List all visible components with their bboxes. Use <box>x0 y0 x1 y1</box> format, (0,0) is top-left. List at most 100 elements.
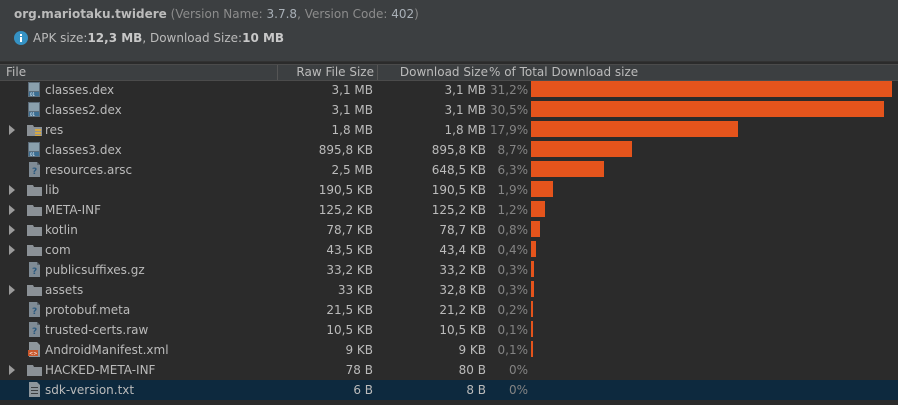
download-share-bar <box>531 141 632 157</box>
dex-file-icon: 01 <box>28 82 40 97</box>
file-name: protobuf.meta <box>45 303 131 317</box>
download-size: 8 B <box>466 383 486 397</box>
table-row[interactable]: <> AndroidManifest.xml 9 KB 9 KB 0,1% <box>0 340 898 360</box>
svg-text:?: ? <box>32 267 37 277</box>
file-name: sdk-version.txt <box>45 383 135 397</box>
folder-icon <box>27 225 42 236</box>
apk-size-label: APK size: <box>33 31 88 45</box>
download-size: 21,2 KB <box>439 303 486 317</box>
download-share-bar <box>531 201 545 217</box>
download-percent: 1,2% <box>497 203 529 217</box>
expand-arrow-icon[interactable] <box>9 205 15 215</box>
table-row[interactable]: ? publicsuffixes.gz 33,2 KB 33,2 KB 0,3% <box>0 260 898 280</box>
download-share-bar <box>531 161 604 177</box>
apk-size-line: APK size: 12,3 MB, Download Size: 10 MB <box>14 31 284 45</box>
raw-file-size: 33 KB <box>337 283 373 297</box>
download-size: 3,1 MB <box>444 83 486 97</box>
table-row[interactable]: res 1,8 MB 1,8 MB 17,9% <box>0 120 898 140</box>
apk-size-value: 12,3 MB <box>87 31 143 45</box>
unknown-file-icon: ? <box>29 322 40 337</box>
table-row[interactable]: ? trusted-certs.raw 10,5 KB 10,5 KB 0,1% <box>0 320 898 340</box>
table-row[interactable]: lib 190,5 KB 190,5 KB 1,9% <box>0 180 898 200</box>
download-percent: 0,1% <box>497 323 529 337</box>
file-name: trusted-certs.raw <box>45 323 149 337</box>
svg-text:?: ? <box>32 327 37 337</box>
column-header-file[interactable]: File <box>6 65 26 80</box>
download-share-bar <box>531 281 534 297</box>
table-row[interactable]: ? protobuf.meta 21,5 KB 21,2 KB 0,2% <box>0 300 898 320</box>
file-name: res <box>45 123 64 137</box>
text-file-icon <box>29 382 40 397</box>
download-size: 32,8 KB <box>439 283 486 297</box>
download-share-bar <box>531 301 533 317</box>
raw-file-size: 43,5 KB <box>326 243 373 257</box>
column-header-raw-size[interactable]: Raw File Size <box>296 65 374 80</box>
file-tree-table: 01 classes.dex 3,1 MB 3,1 MB 31,2% 01 classes2… <box>0 80 898 400</box>
table-row[interactable]: 01 classes3.dex 895,8 KB 895,8 KB 8,7% <box>0 140 898 160</box>
raw-file-size: 9 KB <box>345 343 373 357</box>
xml-file-icon: <> <box>28 342 40 357</box>
download-percent: 1,9% <box>497 183 529 197</box>
download-percent: 0,4% <box>497 243 529 257</box>
table-row[interactable]: com 43,5 KB 43,4 KB 0,4% <box>0 240 898 260</box>
download-share-bar <box>531 81 892 97</box>
download-size: 78,7 KB <box>439 223 486 237</box>
download-percent: 6,3% <box>497 163 529 177</box>
table-row[interactable]: assets 33 KB 32,8 KB 0,3% <box>0 280 898 300</box>
file-name: lib <box>45 183 60 197</box>
raw-file-size: 3,1 MB <box>331 83 373 97</box>
folder-icon <box>27 205 42 216</box>
download-size: 80 B <box>458 363 486 377</box>
download-size: 648,5 KB <box>431 163 486 177</box>
file-name: HACKED-META-INF <box>45 363 156 377</box>
table-row[interactable]: HACKED-META-INF 78 B 80 B 0% <box>0 360 898 380</box>
column-header-percent-download[interactable]: % of Total Download size <box>489 65 638 80</box>
unknown-file-icon: ? <box>29 302 40 317</box>
download-percent: 0% <box>508 363 528 377</box>
resource-folder-icon <box>27 125 42 136</box>
folder-icon <box>27 185 42 196</box>
expand-arrow-icon[interactable] <box>9 365 15 375</box>
table-row[interactable]: 01 classes.dex 3,1 MB 3,1 MB 31,2% <box>0 80 898 100</box>
expand-arrow-icon[interactable] <box>9 245 15 255</box>
download-share-bar <box>531 181 553 197</box>
raw-file-size: 125,2 KB <box>318 203 373 217</box>
expand-arrow-icon[interactable] <box>9 285 15 295</box>
apk-summary-panel: org.mariotaku.twidere (Version Name: 3.7… <box>0 0 898 62</box>
expand-arrow-icon[interactable] <box>9 225 15 235</box>
file-name: classes2.dex <box>45 103 122 117</box>
download-share-bar <box>531 221 540 237</box>
download-share-bar <box>531 341 533 357</box>
download-size: 43,4 KB <box>439 243 486 257</box>
column-header-download-size[interactable]: Download Size <box>400 65 488 80</box>
download-percent: 0,2% <box>497 303 529 317</box>
raw-file-size: 2,5 MB <box>331 163 373 177</box>
file-name: kotlin <box>45 223 78 237</box>
download-size: 10,5 KB <box>439 323 486 337</box>
table-row[interactable]: META-INF 125,2 KB 125,2 KB 1,2% <box>0 200 898 220</box>
column-divider[interactable] <box>277 65 278 80</box>
table-row[interactable]: kotlin 78,7 KB 78,7 KB 0,8% <box>0 220 898 240</box>
download-share-bar <box>531 121 738 137</box>
folder-icon <box>27 285 42 296</box>
download-percent: 31,2% <box>490 83 529 97</box>
download-percent: 0,8% <box>497 223 529 237</box>
column-divider[interactable] <box>377 65 378 80</box>
expand-arrow-icon[interactable] <box>9 185 15 195</box>
download-share-bar <box>531 321 533 337</box>
table-row[interactable]: ? resources.arsc 2,5 MB 648,5 KB 6,3% <box>0 160 898 180</box>
download-size: 1,8 MB <box>444 123 486 137</box>
svg-text:<>: <> <box>29 351 37 357</box>
svg-text:01: 01 <box>30 112 36 117</box>
file-name: classes3.dex <box>45 143 122 157</box>
version-code: 402 <box>391 7 415 21</box>
expand-arrow-icon[interactable] <box>9 125 15 135</box>
svg-text:01: 01 <box>30 152 36 157</box>
table-row[interactable]: sdk-version.txt 6 B 8 B 0% <box>0 380 898 400</box>
folder-icon <box>27 245 42 256</box>
download-percent: 0,3% <box>497 263 529 277</box>
svg-text:?: ? <box>32 307 37 317</box>
download-size-value: 10 MB <box>242 31 285 45</box>
table-row[interactable]: 01 classes2.dex 3,1 MB 3,1 MB 30,5% <box>0 100 898 120</box>
download-percent: 30,5% <box>490 103 529 117</box>
